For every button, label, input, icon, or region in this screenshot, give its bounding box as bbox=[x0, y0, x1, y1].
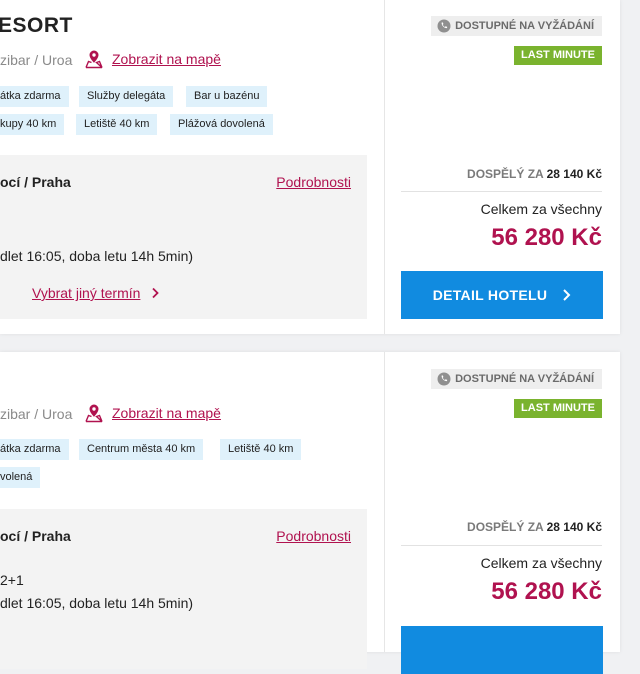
per-adult-label: DOSPĚLÝ ZA bbox=[467, 167, 544, 181]
per-adult-amount: 28 140 Kč bbox=[546, 167, 602, 181]
amenity-tag: Plážová dovolená bbox=[170, 114, 273, 135]
total-label: Celkem za všechny bbox=[480, 555, 602, 571]
price-separator bbox=[401, 191, 602, 192]
amenity-tag: átka zdarma bbox=[0, 86, 69, 107]
detail-hotel-button[interactable] bbox=[401, 626, 603, 674]
show-on-map-link[interactable]: Zobrazit na mapě bbox=[84, 49, 221, 69]
show-on-map-link[interactable]: Zobrazit na mapě bbox=[84, 403, 221, 423]
hotel-name[interactable]: ESORT bbox=[0, 14, 73, 38]
flight-details-link[interactable]: Podrobnosti bbox=[276, 528, 351, 544]
hotel-location: zibar / Uroa bbox=[0, 52, 73, 68]
amenity-tag: Centrum města 40 km bbox=[79, 439, 204, 460]
availability-text: DOSTUPNÉ NA VYŽÁDÁNÍ bbox=[455, 20, 594, 32]
last-minute-badge: LAST MINUTE bbox=[514, 46, 602, 65]
amenity-tag: volená bbox=[0, 467, 41, 488]
availability-badge: DOSTUPNÉ NA VYŽÁDÁNÍ bbox=[431, 369, 602, 389]
map-link-label: Zobrazit na mapě bbox=[112, 51, 221, 67]
flight-info-box: ocí / Praha Podrobnosti dlet 16:05, doba… bbox=[0, 155, 367, 319]
flight-passengers: 2+1 bbox=[0, 572, 24, 588]
flight-time: dlet 16:05, doba letu 14h 5min) bbox=[0, 595, 194, 611]
price-separator bbox=[401, 545, 602, 546]
hotel-result-card: zibar / Uroa Zobrazit na mapě átka zdarm… bbox=[0, 352, 620, 674]
phone-icon bbox=[437, 372, 451, 386]
card-divider bbox=[384, 352, 385, 652]
amenity-tag: kupy 40 km bbox=[0, 114, 65, 135]
change-term-link[interactable]: Vybrat jiný termín bbox=[32, 285, 160, 301]
last-minute-badge: LAST MINUTE bbox=[514, 399, 602, 418]
detail-hotel-button[interactable]: DETAIL HOTELU bbox=[401, 271, 603, 319]
chevron-right-icon bbox=[152, 287, 160, 299]
phone-icon bbox=[437, 19, 451, 33]
amenity-tag: Bar u bazénu bbox=[186, 86, 268, 107]
map-pin-icon bbox=[85, 404, 103, 423]
per-adult-label: DOSPĚLÝ ZA bbox=[467, 520, 544, 534]
flight-route: ocí / Praha bbox=[0, 174, 71, 190]
map-link-label: Zobrazit na mapě bbox=[112, 405, 221, 421]
detail-button-label: DETAIL HOTELU bbox=[432, 287, 548, 303]
flight-time: dlet 16:05, doba letu 14h 5min) bbox=[0, 248, 194, 264]
amenity-tag: Letiště 40 km bbox=[76, 114, 158, 135]
hotel-location: zibar / Uroa bbox=[0, 406, 73, 422]
availability-text: DOSTUPNÉ NA VYŽÁDÁNÍ bbox=[455, 373, 594, 385]
amenity-tag: Služby delegáta bbox=[79, 86, 174, 107]
amenity-tag: Letiště 40 km bbox=[220, 439, 302, 460]
per-adult-amount: 28 140 Kč bbox=[546, 520, 602, 534]
change-term-label: Vybrat jiný termín bbox=[32, 285, 141, 301]
total-price: 56 280 Kč bbox=[491, 578, 602, 605]
hotel-result-card: ESORT zibar / Uroa Zobrazit na mapě átka… bbox=[0, 0, 620, 334]
price-per-adult: DOSPĚLÝ ZA 28 140 Kč bbox=[467, 167, 602, 181]
flight-details-link[interactable]: Podrobnosti bbox=[276, 174, 351, 190]
chevron-right-icon bbox=[563, 289, 571, 301]
card-divider bbox=[384, 0, 385, 334]
total-price: 56 280 Kč bbox=[491, 224, 602, 251]
amenity-tag: átka zdarma bbox=[0, 439, 69, 460]
map-pin-icon bbox=[85, 50, 103, 69]
flight-info-box: ocí / Praha Podrobnosti 2+1 dlet 16:05, … bbox=[0, 509, 367, 669]
total-label: Celkem za všechny bbox=[480, 201, 602, 217]
flight-route: ocí / Praha bbox=[0, 528, 71, 544]
availability-badge: DOSTUPNÉ NA VYŽÁDÁNÍ bbox=[431, 16, 602, 36]
price-per-adult: DOSPĚLÝ ZA 28 140 Kč bbox=[467, 520, 602, 534]
